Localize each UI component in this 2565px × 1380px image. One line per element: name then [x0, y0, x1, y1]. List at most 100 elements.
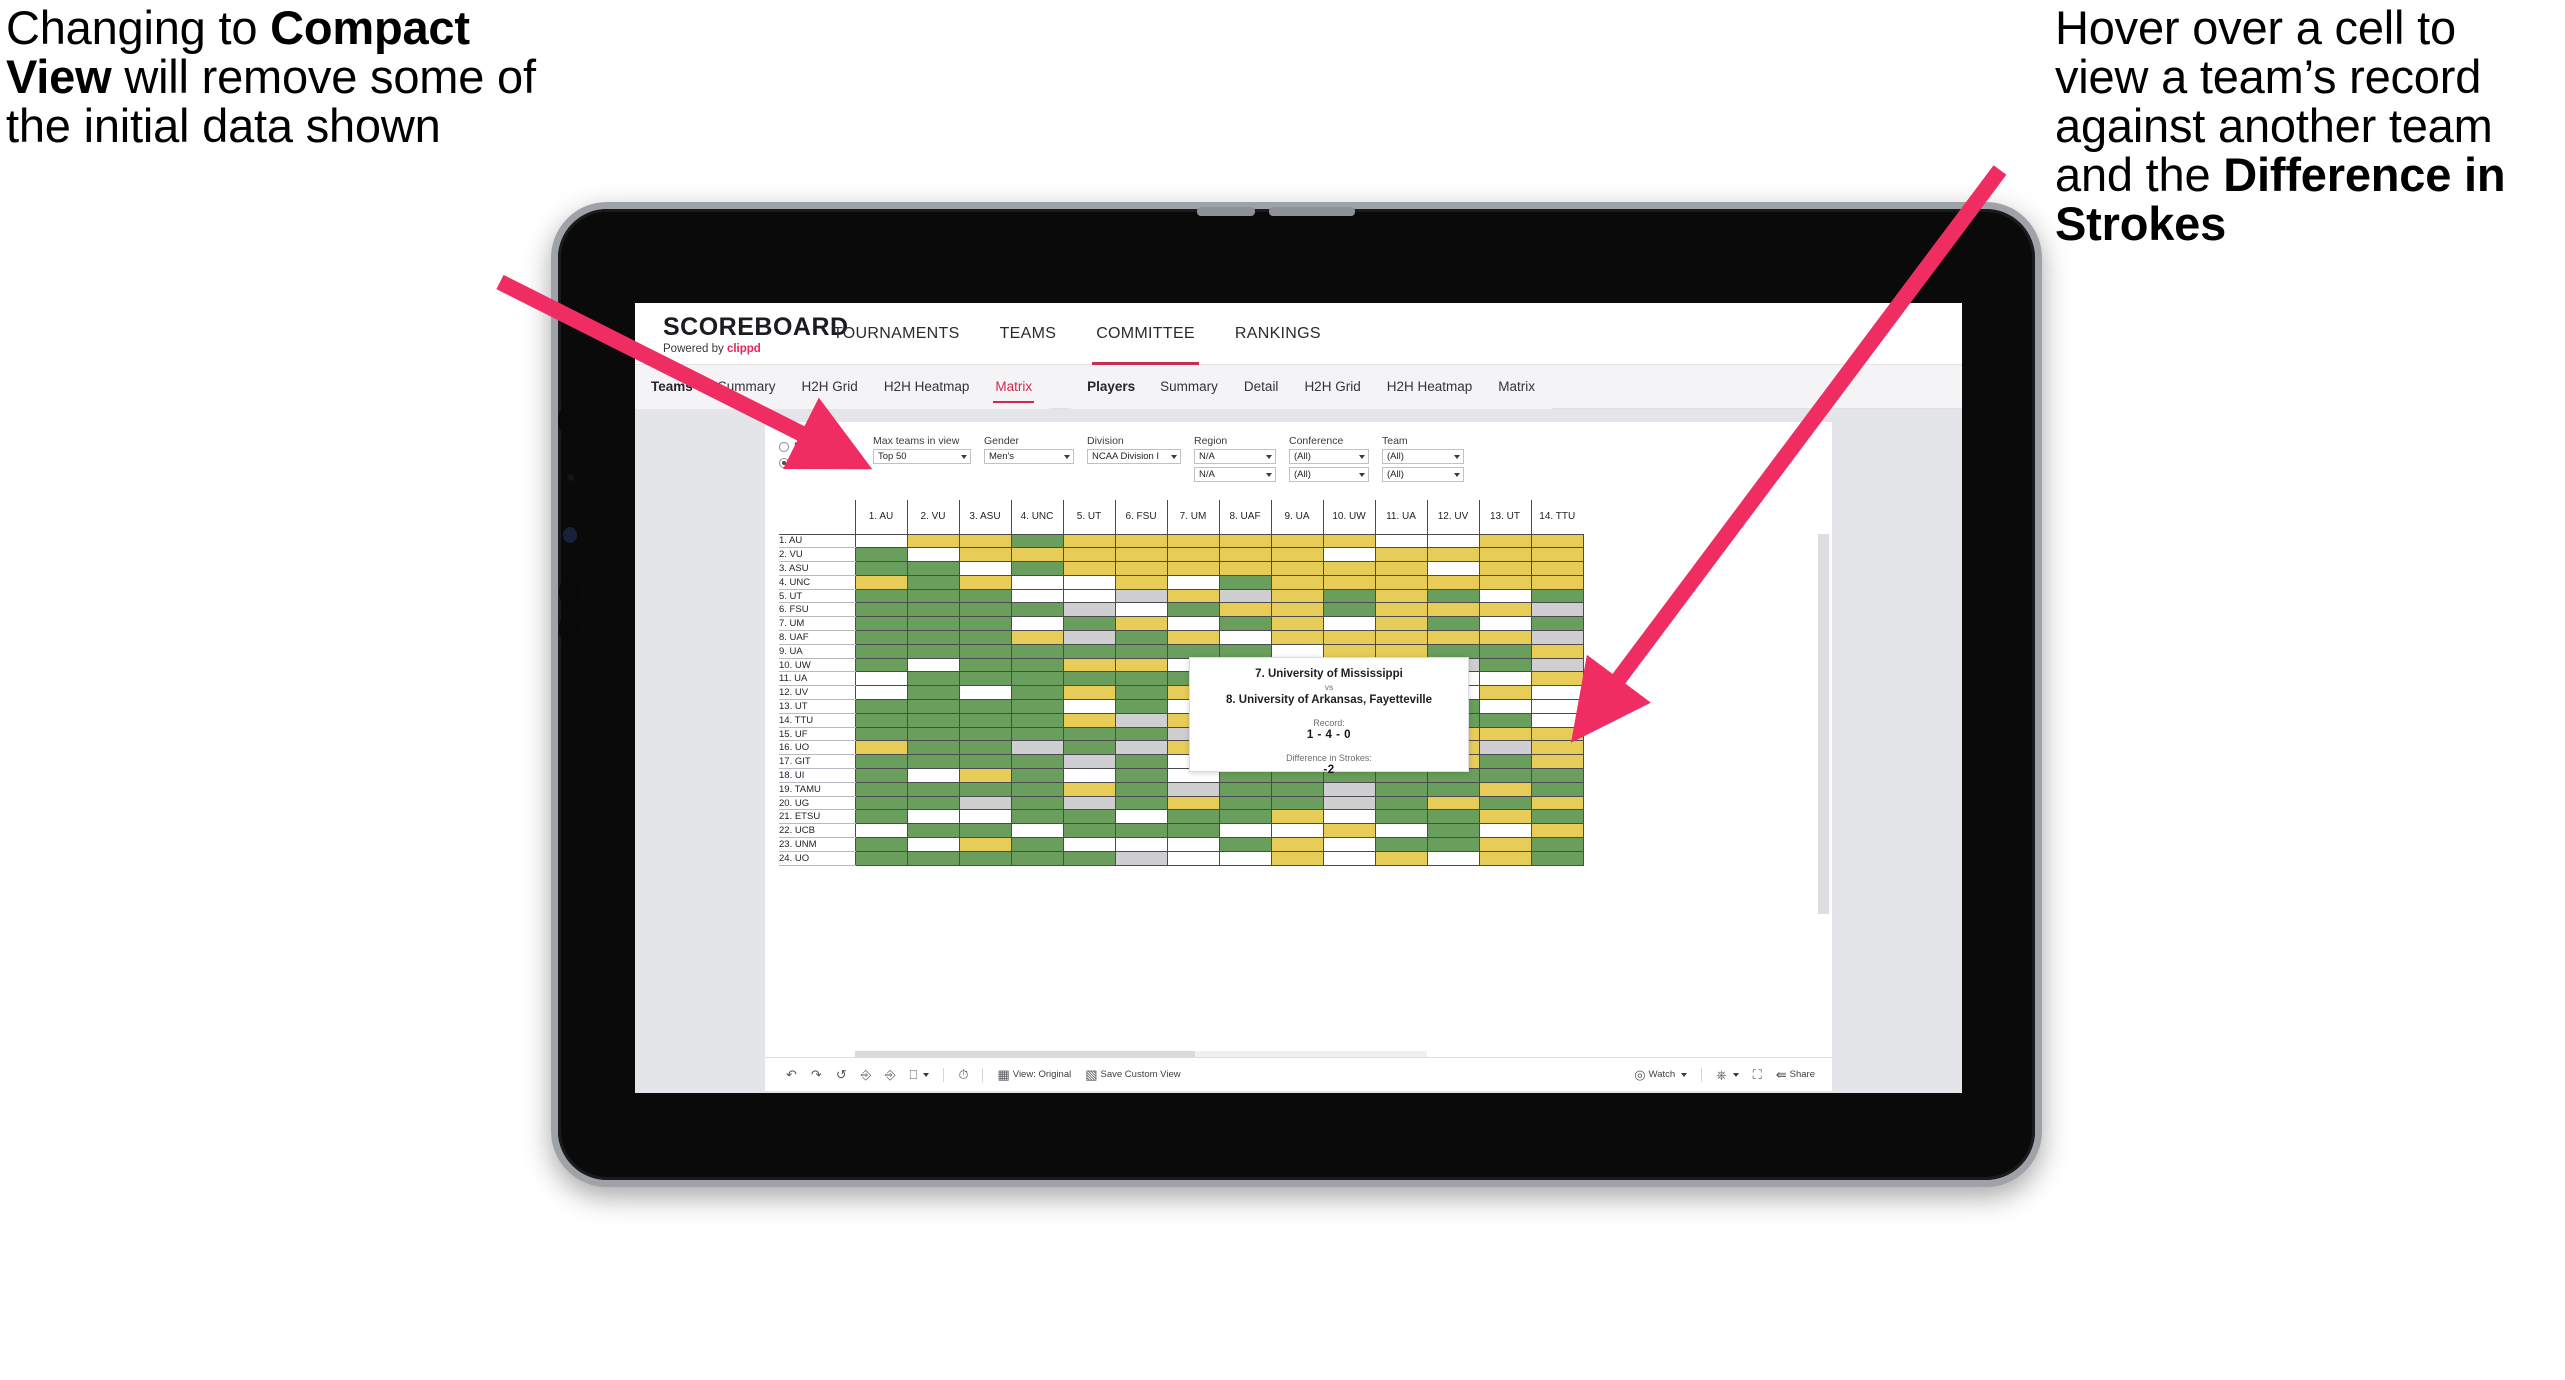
matrix-cell[interactable]	[1478, 561, 1532, 576]
matrix-cell[interactable]	[1166, 809, 1220, 825]
matrix-cell[interactable]	[1010, 630, 1064, 645]
matrix-cell[interactable]	[854, 699, 908, 714]
matrix-cell[interactable]	[1426, 781, 1480, 797]
matrix-cell[interactable]	[1478, 754, 1532, 770]
matrix-cell[interactable]	[1322, 630, 1376, 645]
matrix-cell[interactable]	[1322, 795, 1376, 811]
matrix-cell[interactable]	[1062, 754, 1116, 770]
matrix-cell[interactable]	[1530, 574, 1584, 590]
matrix-cell[interactable]	[958, 768, 1012, 783]
save-custom-view-button[interactable]: ▧ Save Custom View	[1078, 1058, 1187, 1092]
matrix-cell[interactable]	[854, 547, 908, 563]
matrix-cell[interactable]	[1322, 809, 1376, 825]
matrix-cell[interactable]	[1426, 602, 1480, 618]
matrix-cell[interactable]	[1530, 699, 1584, 714]
matrix-cell[interactable]	[1062, 561, 1116, 576]
matrix-cell[interactable]	[1478, 781, 1532, 797]
matrix-cell[interactable]	[958, 740, 1012, 756]
matrix-cell[interactable]	[958, 726, 1012, 742]
matrix-cell[interactable]	[1114, 685, 1168, 701]
matrix-cell[interactable]	[1270, 823, 1324, 839]
matrix-cell[interactable]	[1478, 795, 1532, 811]
matrix-cell[interactable]	[1166, 574, 1220, 590]
matrix-cell[interactable]	[906, 657, 960, 673]
matrix-cell[interactable]	[1114, 657, 1168, 673]
matrix-cell[interactable]	[1478, 616, 1532, 632]
matrix-cell[interactable]	[1478, 850, 1532, 866]
matrix-cell[interactable]	[958, 533, 1012, 549]
matrix-cell[interactable]	[1530, 726, 1584, 742]
matrix-cell[interactable]	[906, 726, 960, 742]
matrix-cell[interactable]	[854, 602, 908, 618]
matrix-cell[interactable]	[906, 643, 960, 659]
matrix-vertical-scrollbar[interactable]	[1818, 534, 1829, 914]
matrix-cell[interactable]	[1478, 823, 1532, 839]
matrix-cell[interactable]	[1114, 837, 1168, 852]
radio-full-view[interactable]: Full View	[779, 441, 873, 453]
matrix-cell[interactable]	[958, 574, 1012, 590]
matrix-cell[interactable]	[1062, 547, 1116, 563]
matrix-cell[interactable]	[1374, 602, 1428, 618]
matrix-cell[interactable]	[906, 768, 960, 783]
redo-button[interactable]: ↷	[804, 1058, 829, 1092]
matrix-cell[interactable]	[1062, 657, 1116, 673]
matrix-cell[interactable]	[1322, 823, 1376, 839]
matrix-cell[interactable]	[1270, 533, 1324, 549]
matrix-cell[interactable]	[1530, 795, 1584, 811]
matrix-cell[interactable]	[1530, 823, 1584, 839]
matrix-cell[interactable]	[1374, 630, 1428, 645]
matrix-cell[interactable]	[1166, 795, 1220, 811]
matrix-cell[interactable]	[1010, 685, 1064, 701]
matrix-cell[interactable]	[958, 837, 1012, 852]
matrix-cell[interactable]	[1426, 809, 1480, 825]
matrix-cell[interactable]	[1530, 685, 1584, 701]
matrix-cell[interactable]	[1530, 809, 1584, 825]
matrix-cell[interactable]	[1478, 809, 1532, 825]
matrix-scroll-area[interactable]: 1. AU 2. VU 3. ASU 4. UNC 5. UT 6. FSU 7. UM 8.…	[779, 500, 1829, 1061]
clock-button[interactable]: ⏱	[951, 1058, 975, 1092]
matrix-cell[interactable]	[906, 602, 960, 618]
matrix-cell[interactable]	[1270, 547, 1324, 563]
share-button[interactable]: ⇚ Share	[1769, 1058, 1822, 1092]
matrix-cell[interactable]	[1478, 533, 1532, 549]
matrix-cell[interactable]	[854, 533, 908, 549]
matrix-cell[interactable]	[1322, 588, 1376, 604]
matrix-cell[interactable]	[1010, 699, 1064, 714]
nav-item-committee[interactable]: COMMITTEE	[1076, 303, 1215, 365]
matrix-cell[interactable]	[1322, 602, 1376, 618]
matrix-cell[interactable]	[906, 533, 960, 549]
matrix-cell[interactable]	[1374, 547, 1428, 563]
matrix-cell[interactable]	[1062, 837, 1116, 852]
matrix-cell[interactable]	[1530, 837, 1584, 852]
matrix-cell[interactable]	[958, 754, 1012, 770]
matrix-cell[interactable]	[1114, 602, 1168, 618]
matrix-cell[interactable]	[1166, 850, 1220, 866]
matrix-cell[interactable]	[1478, 699, 1532, 714]
download-button[interactable]: ⎈	[1709, 1058, 1745, 1092]
matrix-cell[interactable]	[958, 712, 1012, 728]
matrix-cell[interactable]	[1114, 616, 1168, 632]
matrix-cell[interactable]	[1010, 823, 1064, 839]
matrix-cell[interactable]	[958, 850, 1012, 866]
matrix-cell[interactable]	[1010, 740, 1064, 756]
matrix-cell[interactable]	[1374, 616, 1428, 632]
matrix-cell[interactable]	[1322, 533, 1376, 549]
radio-compact-view[interactable]: Compact View	[779, 457, 873, 469]
matrix-cell[interactable]	[1322, 574, 1376, 590]
matrix-cell[interactable]	[1166, 533, 1220, 549]
matrix-cell[interactable]	[906, 740, 960, 756]
matrix-cell[interactable]	[1010, 754, 1064, 770]
fullscreen-button[interactable]: ⛶	[1746, 1058, 1769, 1092]
matrix-cell[interactable]	[854, 768, 908, 783]
matrix-cell[interactable]	[958, 602, 1012, 618]
matrix-cell[interactable]	[1322, 616, 1376, 632]
matrix-cell[interactable]	[1374, 588, 1428, 604]
matrix-cell[interactable]	[854, 823, 908, 839]
matrix-cell[interactable]	[906, 699, 960, 714]
revert-button[interactable]: ↺	[829, 1058, 854, 1092]
matrix-cell[interactable]	[1478, 588, 1532, 604]
matrix-cell[interactable]	[1322, 781, 1376, 797]
matrix-cell[interactable]	[1530, 740, 1584, 756]
matrix-cell[interactable]	[906, 616, 960, 632]
matrix-cell[interactable]	[1062, 726, 1116, 742]
